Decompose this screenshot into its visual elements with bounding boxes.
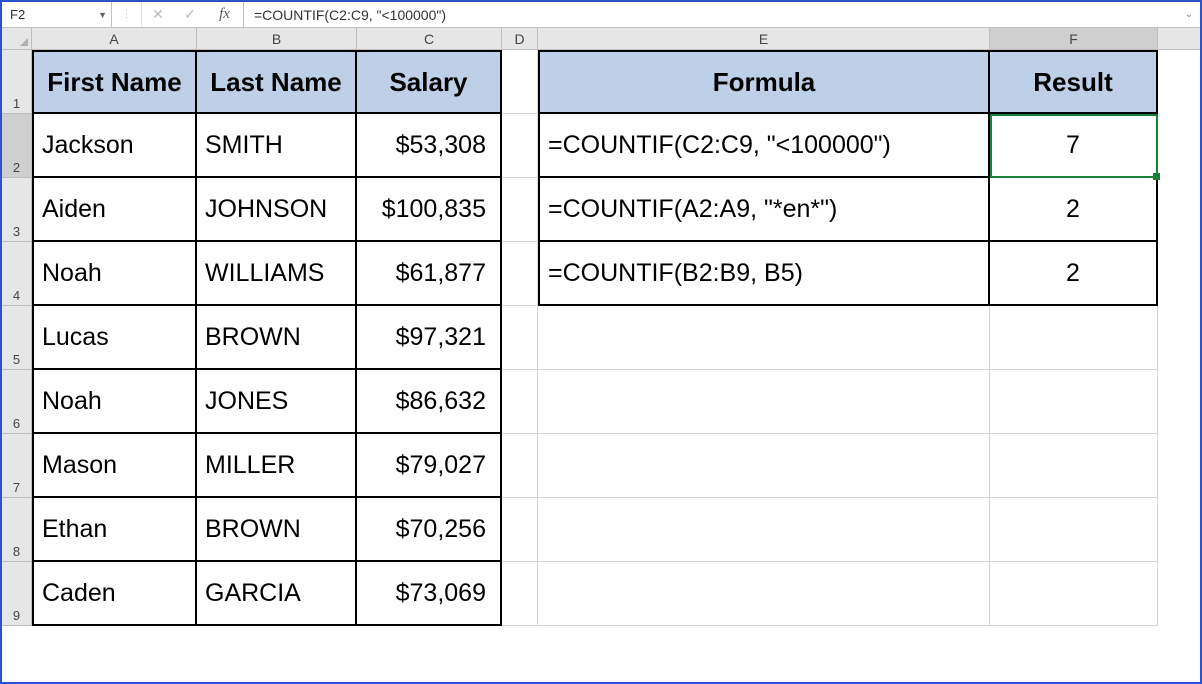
cell-F2[interactable]: 7 [990,114,1158,178]
grid-rows: 1 First Name Last Name Salary Formula Re… [2,50,1200,626]
row-5: 5 Lucas BROWN $97,321 [2,306,1200,370]
cell-F9[interactable] [990,562,1158,626]
formula-bar-expand-icon[interactable]: ⌄ [1178,2,1200,27]
cell-A3[interactable]: Aiden [32,178,197,242]
column-header-E[interactable]: E [538,28,990,49]
formula-bar: F2 ▼ ⋮ ✕ ✓ fx =COUNTIF(C2:C9, "<100000")… [2,2,1200,28]
cell-F3[interactable]: 2 [990,178,1158,242]
row-header-6[interactable]: 6 [2,370,32,434]
cell-E7[interactable] [538,434,990,498]
cell-E6[interactable] [538,370,990,434]
cell-C7[interactable]: $79,027 [357,434,502,498]
cell-D4[interactable] [502,242,538,306]
column-header-D[interactable]: D [502,28,538,49]
cell-D8[interactable] [502,498,538,562]
row-header-3[interactable]: 3 [2,178,32,242]
column-header-A[interactable]: A [32,28,197,49]
row-header-7[interactable]: 7 [2,434,32,498]
cell-A2[interactable]: Jackson [32,114,197,178]
formula-bar-spacer: ⋮ [112,2,142,27]
formula-text: =COUNTIF(C2:C9, "<100000") [254,7,446,23]
cell-A5[interactable]: Lucas [32,306,197,370]
cell-B2[interactable]: SMITH [197,114,357,178]
cell-D1[interactable] [502,50,538,114]
header-formula[interactable]: Formula [538,50,990,114]
cell-F8[interactable] [990,498,1158,562]
row-header-5[interactable]: 5 [2,306,32,370]
cell-F4[interactable]: 2 [990,242,1158,306]
header-result[interactable]: Result [990,50,1158,114]
cell-B9[interactable]: GARCIA [197,562,357,626]
formula-input[interactable]: =COUNTIF(C2:C9, "<100000") [244,2,1178,27]
cell-F6[interactable] [990,370,1158,434]
cell-E3[interactable]: =COUNTIF(A2:A9, "*en*") [538,178,990,242]
insert-function-button[interactable]: fx [206,2,244,27]
name-box[interactable]: F2 ▼ [2,2,112,27]
cell-A8[interactable]: Ethan [32,498,197,562]
row-4: 4 Noah WILLIAMS $61,877 =COUNTIF(B2:B9, … [2,242,1200,306]
cell-C3[interactable]: $100,835 [357,178,502,242]
row-2: 2 Jackson SMITH $53,308 =COUNTIF(C2:C9, … [2,114,1200,178]
row-8: 8 Ethan BROWN $70,256 [2,498,1200,562]
row-9: 9 Caden GARCIA $73,069 [2,562,1200,626]
cell-C2[interactable]: $53,308 [357,114,502,178]
row-3: 3 Aiden JOHNSON $100,835 =COUNTIF(A2:A9,… [2,178,1200,242]
column-header-B[interactable]: B [197,28,357,49]
row-header-1[interactable]: 1 [2,50,32,114]
cell-C4[interactable]: $61,877 [357,242,502,306]
row-6: 6 Noah JONES $86,632 [2,370,1200,434]
name-box-dropdown-icon[interactable]: ▼ [98,10,107,20]
header-first-name[interactable]: First Name [32,50,197,114]
cell-D9[interactable] [502,562,538,626]
fx-icon: fx [219,6,230,23]
cell-E9[interactable] [538,562,990,626]
column-headers: A B C D E F [2,28,1200,50]
cell-D7[interactable] [502,434,538,498]
x-icon: ✕ [152,6,164,23]
row-header-8[interactable]: 8 [2,498,32,562]
cell-D6[interactable] [502,370,538,434]
cell-D2[interactable] [502,114,538,178]
row-header-9[interactable]: 9 [2,562,32,626]
cell-E2[interactable]: =COUNTIF(C2:C9, "<100000") [538,114,990,178]
column-header-C[interactable]: C [357,28,502,49]
cell-B5[interactable]: BROWN [197,306,357,370]
cancel-button[interactable]: ✕ [142,2,174,27]
header-salary[interactable]: Salary [357,50,502,114]
cell-C6[interactable]: $86,632 [357,370,502,434]
row-header-2[interactable]: 2 [2,114,32,178]
cell-D5[interactable] [502,306,538,370]
enter-button[interactable]: ✓ [174,2,206,27]
cell-F7[interactable] [990,434,1158,498]
cell-E5[interactable] [538,306,990,370]
select-all-corner[interactable] [2,28,32,49]
cell-C8[interactable]: $70,256 [357,498,502,562]
cell-B4[interactable]: WILLIAMS [197,242,357,306]
cell-B6[interactable]: JONES [197,370,357,434]
cell-E8[interactable] [538,498,990,562]
cell-E4[interactable]: =COUNTIF(B2:B9, B5) [538,242,990,306]
spreadsheet-grid: A B C D E F 1 First Name Last Name Salar… [2,28,1200,626]
cell-B3[interactable]: JOHNSON [197,178,357,242]
cell-A9[interactable]: Caden [32,562,197,626]
cell-F5[interactable] [990,306,1158,370]
cell-A4[interactable]: Noah [32,242,197,306]
name-box-value: F2 [10,7,25,22]
row-7: 7 Mason MILLER $79,027 [2,434,1200,498]
row-header-4[interactable]: 4 [2,242,32,306]
cell-A7[interactable]: Mason [32,434,197,498]
cell-B8[interactable]: BROWN [197,498,357,562]
header-last-name[interactable]: Last Name [197,50,357,114]
cell-A6[interactable]: Noah [32,370,197,434]
cell-C5[interactable]: $97,321 [357,306,502,370]
cell-D3[interactable] [502,178,538,242]
check-icon: ✓ [184,6,196,23]
cell-C9[interactable]: $73,069 [357,562,502,626]
row-1: 1 First Name Last Name Salary Formula Re… [2,50,1200,114]
column-header-F[interactable]: F [990,28,1158,49]
cell-B7[interactable]: MILLER [197,434,357,498]
